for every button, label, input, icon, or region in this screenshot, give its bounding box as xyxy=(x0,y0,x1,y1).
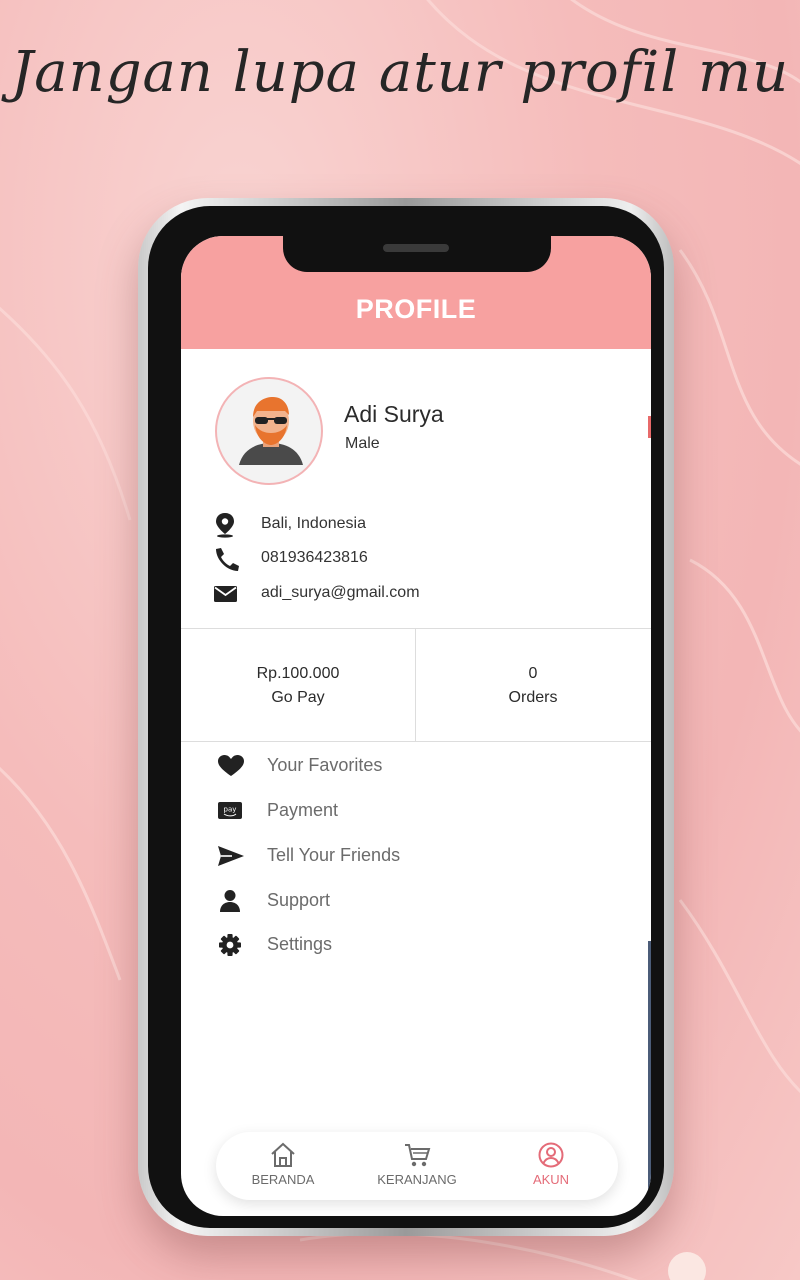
menu-label-support: Support xyxy=(267,890,331,910)
mail-icon xyxy=(214,586,237,602)
edge-strip xyxy=(648,941,651,1216)
orders-count: 0 xyxy=(528,665,538,682)
bottom-navigation: BERANDA KERANJANG AKUN xyxy=(216,1132,618,1200)
stats-panel: Rp.100.000 Go Pay 0 Orders xyxy=(181,628,651,742)
menu-label-payment: Payment xyxy=(267,800,339,820)
location-row: Bali, Indonesia xyxy=(211,512,611,538)
page-title: PROFILE xyxy=(355,294,477,324)
profile-gender: Male xyxy=(345,435,380,452)
location-text: Bali, Indonesia xyxy=(261,515,366,532)
send-icon xyxy=(218,846,244,866)
menu-label-settings: Settings xyxy=(267,934,333,954)
phone-frame: PROFILE Adi Surya Male Bali, Indonesia 0… xyxy=(138,198,674,1236)
avatar-illustration xyxy=(239,397,303,465)
heart-icon xyxy=(218,755,244,776)
location-pin-icon xyxy=(216,513,234,538)
gopay-stat[interactable]: Rp.100.000 Go Pay xyxy=(181,665,415,707)
nav-label-akun: AKUN xyxy=(532,1172,570,1187)
orders-label: Orders xyxy=(508,689,558,706)
menu-item-support[interactable]: Support xyxy=(217,886,617,916)
gear-icon xyxy=(219,934,241,956)
earpiece-speaker xyxy=(383,244,449,252)
promo-headline: Jangan lupa atur profil mu xyxy=(10,40,790,105)
phone-icon xyxy=(216,548,239,571)
email-text: adi_surya@gmail.com xyxy=(261,584,420,601)
decorative-dot xyxy=(668,1252,706,1280)
phone-notch xyxy=(283,236,551,272)
nav-label-beranda: BERANDA xyxy=(251,1172,315,1187)
svg-text:pay: pay xyxy=(224,806,237,814)
nav-item-keranjang[interactable]: KERANJANG xyxy=(350,1142,484,1187)
menu-label-tell-friends: Tell Your Friends xyxy=(267,845,401,865)
edge-accent xyxy=(648,416,651,438)
avatar[interactable] xyxy=(215,377,323,485)
phone-row: 081936423816 xyxy=(211,546,611,572)
phone-bezel: PROFILE Adi Surya Male Bali, Indonesia 0… xyxy=(148,206,664,1228)
orders-stat[interactable]: 0 Orders xyxy=(416,665,650,707)
menu-item-payment[interactable]: pay Payment xyxy=(217,796,617,826)
menu-item-favorites[interactable]: Your Favorites xyxy=(217,751,617,781)
user-icon xyxy=(220,890,240,912)
cart-icon xyxy=(405,1144,431,1167)
email-row: adi_surya@gmail.com xyxy=(211,581,611,607)
nav-item-akun[interactable]: AKUN xyxy=(484,1142,618,1187)
nav-item-beranda[interactable]: BERANDA xyxy=(216,1142,350,1187)
gopay-balance: Rp.100.000 xyxy=(256,665,340,682)
menu-item-tell-friends[interactable]: Tell Your Friends xyxy=(217,841,617,871)
profile-name: Adi Surya xyxy=(344,401,444,427)
home-icon xyxy=(271,1142,295,1167)
menu-label-favorites: Your Favorites xyxy=(267,755,383,775)
account-icon xyxy=(538,1142,564,1168)
menu-item-settings[interactable]: Settings xyxy=(217,930,617,960)
app-screen: PROFILE Adi Surya Male Bali, Indonesia 0… xyxy=(181,236,651,1216)
phone-text: 081936423816 xyxy=(261,549,368,566)
pay-icon: pay xyxy=(218,802,242,819)
nav-label-keranjang: KERANJANG xyxy=(377,1172,457,1187)
gopay-label: Go Pay xyxy=(271,689,325,706)
